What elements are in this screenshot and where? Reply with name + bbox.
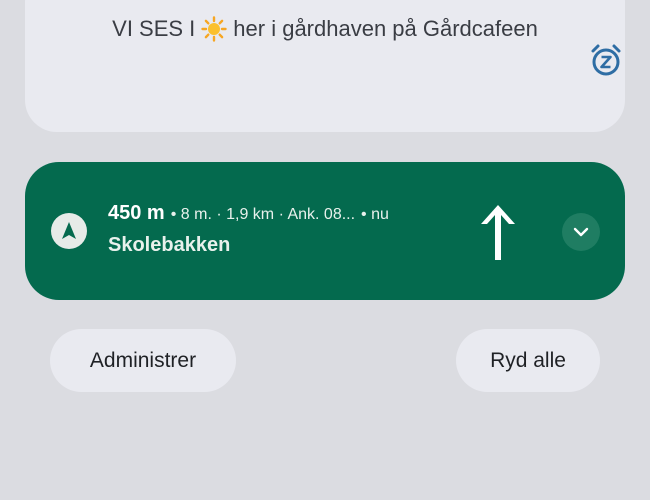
manage-button[interactable]: Administrer xyxy=(50,329,236,392)
notification-time: • nu xyxy=(361,206,389,223)
straight-arrow-icon xyxy=(481,205,515,260)
navigation-summary: 450 m • 8 m. · 1,9 km · Ank. 08... • nu xyxy=(108,202,389,225)
previous-notification-card[interactable]: VI SES I her i gårdhaven på Gårdcafeen xyxy=(25,0,625,132)
expand-button[interactable] xyxy=(562,213,600,251)
snooze-alarm-icon xyxy=(591,44,621,76)
trip-details: • 8 m. · 1,9 km · Ank. 08... xyxy=(170,206,356,223)
snooze-button[interactable] xyxy=(588,42,624,78)
notification-text-before: VI SES I xyxy=(112,16,196,41)
clear-all-button[interactable]: Ryd alle xyxy=(456,329,600,392)
distance-to-turn: 450 m xyxy=(108,202,165,224)
navigation-arrow-icon xyxy=(62,222,76,239)
street-name: Skolebakken xyxy=(108,234,231,256)
notification-message: VI SES I her i gårdhaven på Gårdcafeen xyxy=(25,16,625,42)
sun-icon xyxy=(201,16,227,42)
notification-text-after: her i gårdhaven på Gårdcafeen xyxy=(233,16,538,41)
navigation-notification-card[interactable]: 450 m • 8 m. · 1,9 km · Ank. 08... • nu … xyxy=(25,162,625,300)
navigation-icon-badge xyxy=(51,213,87,249)
chevron-down-icon xyxy=(573,227,589,237)
